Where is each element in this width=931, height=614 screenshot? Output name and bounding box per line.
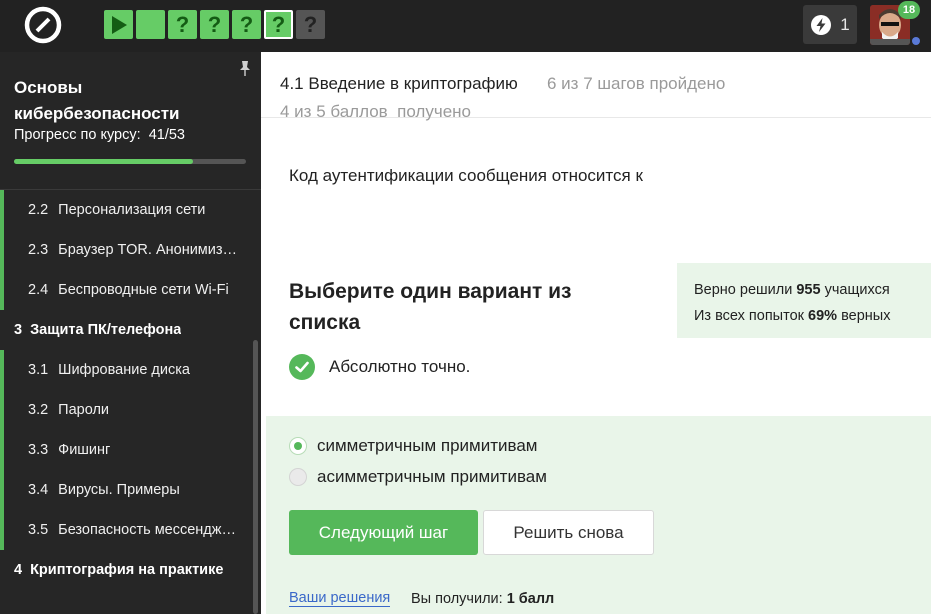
- item-number: 3.3: [28, 442, 49, 458]
- course-title[interactable]: Основы кибербезопасности: [14, 75, 224, 127]
- sidebar-lesson-3-2[interactable]: 3.2 Пароли: [0, 390, 252, 430]
- question-text: Код аутентификации сообщения относится к: [289, 166, 643, 185]
- item-label: Беспроводные сети Wi-Fi: [58, 282, 229, 298]
- item-label: Вирусы. Примеры: [58, 482, 180, 498]
- sidebar-scrollbar[interactable]: [253, 340, 258, 614]
- course-progress-fill: [14, 159, 194, 164]
- item-label: Фишинг: [58, 442, 111, 458]
- pin-icon[interactable]: [238, 60, 252, 76]
- steps-passed-text: 6 из 7 шагов пройдено: [547, 74, 726, 93]
- sidebar-lesson-3-5[interactable]: 3.5 Безопасность мессенджеров: [0, 510, 252, 550]
- item-number: 3.1: [28, 362, 49, 378]
- item-label: Безопасность мессенджеров: [58, 522, 244, 538]
- item-label: Браузер TOR. Анонимизация: [58, 242, 244, 258]
- sidebar-module-3[interactable]: 3 Защита ПК/телефона: [0, 310, 252, 350]
- correct-feedback: Абсолютно точно.: [289, 354, 470, 380]
- your-solutions-link[interactable]: Ваши решения: [289, 591, 391, 607]
- item-number: 4: [14, 562, 23, 578]
- step-5[interactable]: ?: [232, 10, 261, 39]
- question-mark-icon: ?: [239, 11, 254, 37]
- solve-again-button[interactable]: Решить снова: [483, 510, 654, 555]
- step-navigation: ?????: [104, 10, 325, 39]
- correct-rate-line: Из всех попыток 69% верных: [694, 308, 891, 324]
- item-label: Персонализация сети: [58, 202, 206, 218]
- item-number: 2.2: [28, 202, 49, 218]
- lesson-list: 2.2 Персонализация сети 2.3 Браузер TOR. Ан…: [0, 190, 261, 614]
- course-progress-text: Прогресс по курсу: 41/53: [14, 127, 185, 143]
- step-4[interactable]: ?: [200, 10, 229, 39]
- lesson-header: 4.1 Введение в криптографию 6 из 7 шагов…: [261, 52, 931, 121]
- step-7[interactable]: ?: [296, 10, 325, 39]
- solved-count-line: Верно решили 955 учащихся: [694, 282, 890, 298]
- course-sidebar: Основы кибербезопасности Прогресс по кур…: [0, 52, 261, 614]
- score-text: 4 из 5 баллов получено: [280, 102, 471, 121]
- item-label: Криптография на практике: [30, 562, 224, 578]
- answer-area: симметричным примитивам асимметричным пр…: [266, 416, 931, 614]
- feedback-text: Абсолютно точно.: [329, 357, 471, 376]
- item-number: 3: [14, 322, 23, 338]
- radio-checked[interactable]: [289, 437, 307, 455]
- sidebar-lesson-3-1[interactable]: 3.1 Шифрование диска: [0, 350, 252, 390]
- energy-counter[interactable]: 1: [803, 5, 857, 44]
- question-mark-icon: ?: [303, 11, 318, 37]
- received-score: Вы получили: 1 балл: [411, 591, 555, 607]
- course-progress-bar: [14, 159, 246, 164]
- choose-title: Выберите один вариант из списка: [289, 280, 572, 334]
- step-3[interactable]: ?: [168, 10, 197, 39]
- option-asymmetric[interactable]: асимметричным примитивам: [289, 467, 547, 487]
- option-label: асимметричным примитивам: [317, 467, 547, 486]
- item-number: 3.4: [28, 482, 49, 498]
- lightning-icon: [811, 14, 832, 35]
- item-number: 2.3: [28, 242, 49, 258]
- top-bar: ????? 1 18: [0, 0, 931, 52]
- step-2[interactable]: [136, 10, 165, 39]
- lesson-title[interactable]: 4.1 Введение в криптографию: [280, 74, 518, 94]
- item-number: 3.5: [28, 522, 49, 538]
- item-number: 3.2: [28, 402, 49, 418]
- question-mark-icon: ?: [207, 11, 222, 37]
- sidebar-lesson-3-4[interactable]: 3.4 Вирусы. Примеры: [0, 470, 252, 510]
- sidebar-lesson-2-4[interactable]: 2.4 Беспроводные сети Wi-Fi: [0, 270, 252, 310]
- sidebar-lesson-2-3[interactable]: 2.3 Браузер TOR. Анонимизация: [0, 230, 252, 270]
- notification-badge[interactable]: 18: [898, 1, 920, 19]
- step-6-current[interactable]: ?: [264, 10, 293, 39]
- option-symmetric[interactable]: симметричным примитивам: [289, 436, 537, 456]
- item-number: 2.4: [28, 282, 49, 298]
- stepik-logo-icon[interactable]: [24, 6, 62, 44]
- online-status-dot: [912, 37, 920, 45]
- option-label: симметричным примитивам: [317, 436, 538, 455]
- question-mark-icon: ?: [175, 11, 190, 37]
- sidebar-module-4[interactable]: 4 Криптография на практике: [0, 550, 252, 590]
- solve-stats: Верно решили 955 учащихся Из всех попыто…: [677, 263, 931, 338]
- step-1[interactable]: [104, 10, 133, 39]
- step-content: 4.1 Введение в криптографию 6 из 7 шагов…: [261, 52, 931, 614]
- check-circle-icon: [289, 354, 315, 380]
- item-label: Шифрование диска: [58, 362, 190, 378]
- question-mark-icon: ?: [271, 11, 286, 37]
- sidebar-lesson-3-3[interactable]: 3.3 Фишинг: [0, 430, 252, 470]
- energy-count: 1: [840, 14, 850, 34]
- item-label: Пароли: [58, 402, 110, 418]
- sidebar-lesson-2-2[interactable]: 2.2 Персонализация сети: [0, 190, 252, 230]
- item-label: Защита ПК/телефона: [30, 322, 182, 338]
- play-icon: [111, 15, 127, 34]
- radio-unchecked[interactable]: [289, 468, 307, 486]
- next-step-button[interactable]: Следующий шаг: [289, 510, 478, 555]
